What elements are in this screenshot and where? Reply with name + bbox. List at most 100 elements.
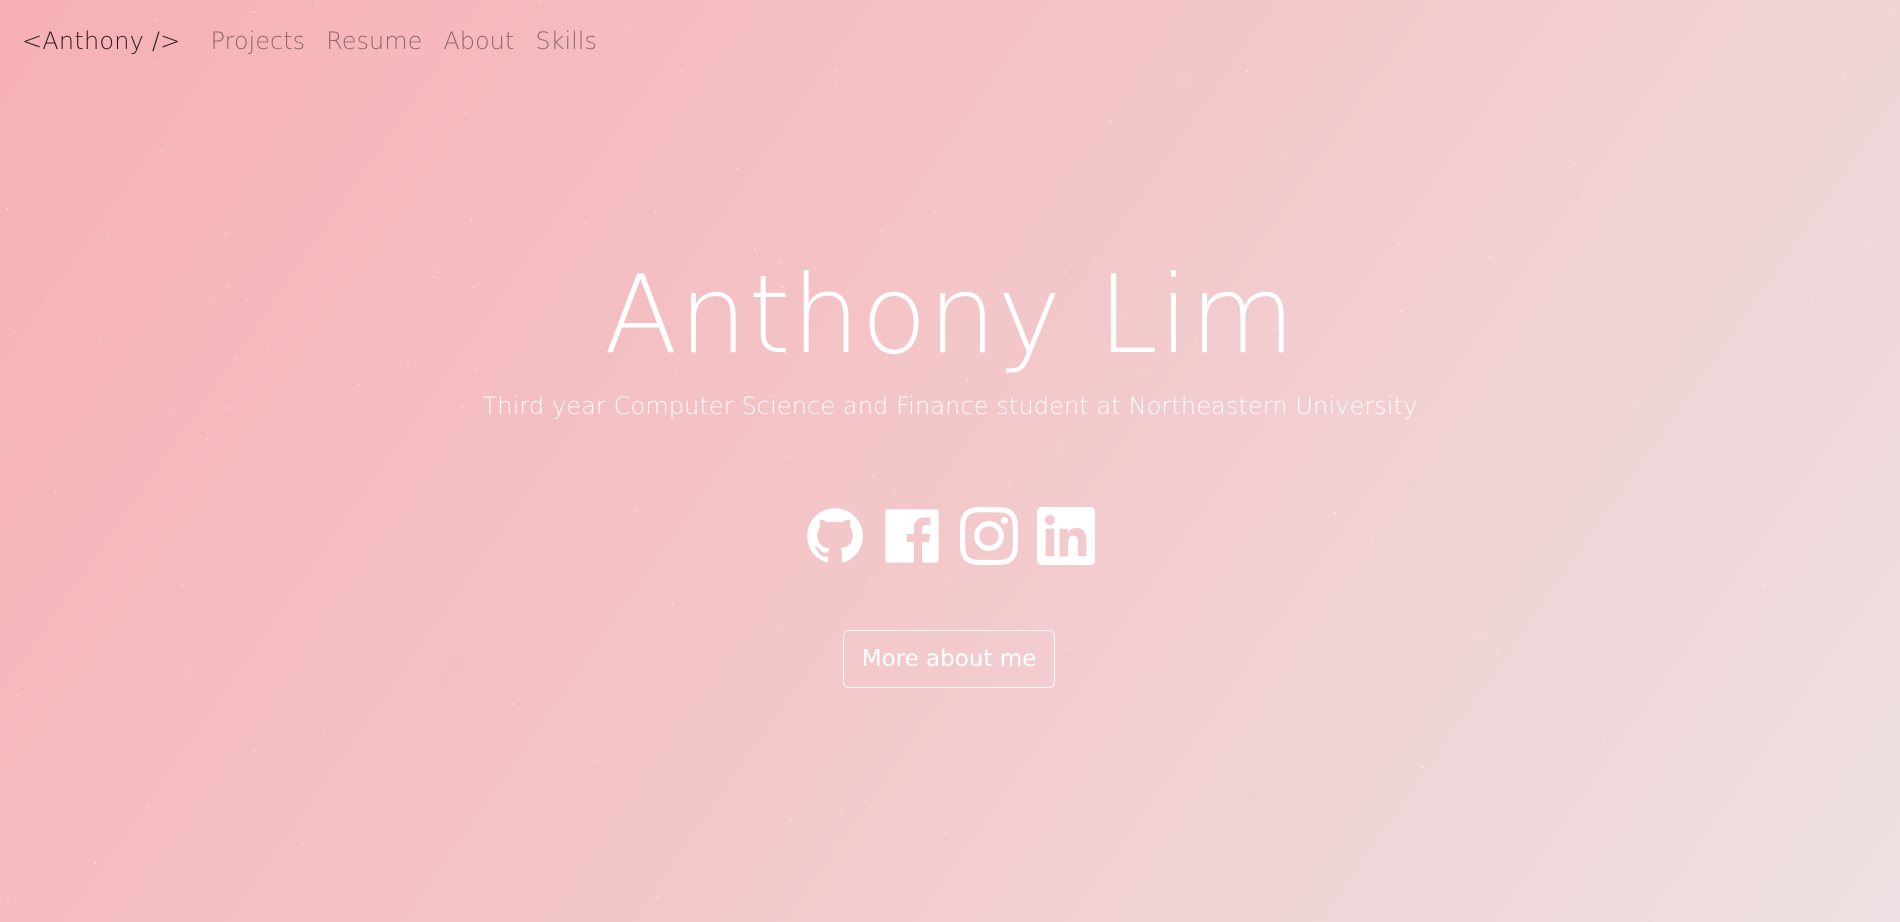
star-dot — [872, 474, 874, 476]
star-dot — [889, 114, 891, 116]
star-dot — [1647, 600, 1649, 602]
star-dot — [241, 668, 243, 670]
star-dot — [1877, 604, 1879, 606]
nav-link-resume[interactable]: Resume — [326, 27, 422, 55]
star-dot — [171, 477, 173, 479]
nav-link-about[interactable]: About — [443, 27, 514, 55]
star-dot — [1359, 586, 1361, 588]
star-dot — [7, 568, 9, 570]
star-dot — [180, 672, 182, 674]
star-dot — [150, 850, 152, 852]
star-dot — [1575, 774, 1577, 776]
star-dot — [459, 152, 461, 154]
star-dot — [322, 730, 324, 732]
star-dot — [596, 760, 598, 762]
instagram-link[interactable] — [959, 506, 1018, 566]
star-dot — [1409, 484, 1411, 486]
nav-links: Projects Resume About Skills — [210, 27, 617, 55]
star-dot — [1079, 197, 1081, 199]
star-dot — [1164, 496, 1166, 498]
star-dot — [873, 794, 875, 796]
star-dot — [1831, 733, 1833, 735]
star-dot — [445, 616, 447, 618]
star-dot — [470, 220, 472, 222]
star-dot — [1574, 154, 1576, 156]
star-dot — [1793, 736, 1795, 738]
star-dot — [228, 825, 230, 827]
star-dot — [853, 82, 855, 84]
star-dot — [1338, 898, 1340, 900]
star-dot — [1380, 94, 1382, 96]
star-dot — [7, 898, 9, 900]
star-dot — [94, 862, 96, 864]
nav-link-skills[interactable]: Skills — [535, 27, 597, 55]
star-dot — [1262, 646, 1264, 648]
social-links — [0, 506, 1900, 566]
star-dot — [788, 456, 790, 458]
star-dot — [1423, 718, 1425, 720]
star-dot — [1492, 839, 1494, 841]
star-dot — [1253, 451, 1255, 453]
star-dot — [31, 721, 33, 723]
star-dot — [181, 584, 183, 586]
star-dot — [1237, 124, 1239, 126]
star-dot — [1835, 820, 1837, 822]
star-dot — [1865, 242, 1867, 244]
facebook-link[interactable] — [883, 506, 941, 566]
nav-link-projects[interactable]: Projects — [210, 27, 305, 55]
star-dot — [272, 135, 274, 137]
star-dot — [644, 96, 646, 98]
star-dot — [865, 800, 867, 802]
star-dot — [1516, 123, 1518, 125]
more-about-me-button[interactable]: More about me — [843, 630, 1055, 688]
star-dot — [1574, 163, 1576, 165]
star-dot — [1498, 649, 1500, 651]
star-dot — [259, 151, 261, 153]
star-dot — [950, 580, 952, 582]
instagram-icon — [959, 507, 1018, 565]
star-dot — [163, 193, 165, 195]
star-dot — [654, 212, 656, 214]
star-dot — [1742, 88, 1744, 90]
star-dot — [881, 230, 883, 232]
facebook-icon — [884, 509, 939, 563]
star-dot — [234, 107, 236, 109]
hero-title: Anthony Lim — [603, 253, 1297, 378]
github-link[interactable] — [806, 506, 864, 566]
star-dot — [1328, 703, 1330, 705]
navbar: <Anthony /> Projects Resume About Skills — [0, 0, 1900, 82]
star-dot — [1745, 153, 1747, 155]
star-dot — [1207, 601, 1209, 603]
star-dot — [292, 649, 294, 651]
star-dot — [253, 749, 255, 751]
star-dot — [1725, 487, 1727, 489]
linkedin-link[interactable] — [1036, 506, 1095, 566]
star-dot — [5, 186, 7, 188]
star-dot — [1657, 198, 1659, 200]
star-dot — [893, 491, 895, 493]
star-dot — [1876, 583, 1878, 585]
star-dot — [657, 897, 659, 899]
star-dot — [1422, 766, 1424, 768]
star-dot — [1763, 584, 1765, 586]
star-dot — [107, 235, 109, 237]
star-dot — [1098, 589, 1100, 591]
star-dot — [1417, 587, 1419, 589]
star-dot — [455, 663, 457, 665]
star-dot — [441, 679, 443, 681]
star-dot — [302, 844, 304, 846]
star-dot — [1062, 447, 1064, 449]
star-dot — [790, 820, 792, 822]
star-dot — [465, 112, 467, 114]
star-dot — [751, 772, 753, 774]
brand-logo-link[interactable]: <Anthony /> — [22, 27, 180, 55]
star-dot — [933, 211, 935, 213]
star-dot — [1676, 432, 1678, 434]
star-dot — [34, 167, 36, 169]
linkedin-icon — [1036, 507, 1095, 565]
star-dot — [6, 208, 8, 210]
star-dot — [148, 806, 150, 808]
star-dot — [836, 82, 838, 84]
star-dot — [877, 143, 879, 145]
star-dot — [672, 604, 674, 606]
